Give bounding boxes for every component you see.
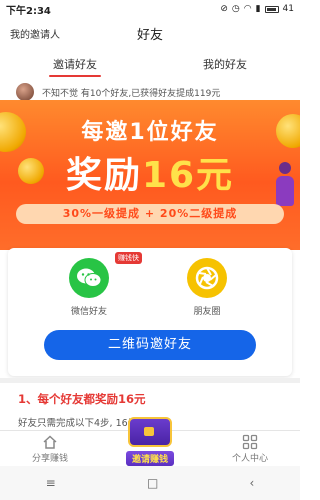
rules-heading: 1、每个好友都奖励16元 — [18, 392, 146, 406]
wechat-label: 微信好友 — [70, 307, 107, 317]
back-icon[interactable]: ‹ — [250, 476, 255, 490]
status-time: 下午2:34 — [6, 5, 51, 17]
banner-reward-prefix: 奖励 — [65, 155, 142, 196]
nav-personal-center[interactable]: 个人中心 — [210, 433, 290, 464]
tab-my-friends[interactable]: 我的好友 — [150, 52, 300, 78]
banner-reward: 奖励16元 — [0, 146, 300, 198]
nav-invite-earn-label: 邀请赚钱 — [125, 451, 174, 466]
status-bar: 下午2:34 ⊘ ◷ ◠ ▮ 41 — [0, 0, 300, 18]
app-header: 我的邀请人 好友 — [0, 18, 300, 48]
moments-label: 朋友圈 — [193, 307, 221, 317]
notice-text: 不知不觉 有10个好友,已获得好友提成119元 — [42, 88, 221, 99]
mute-icon: ⊘ — [220, 4, 228, 14]
battery-icon — [264, 5, 279, 13]
avatar — [16, 83, 34, 101]
bottom-nav: 分享赚钱 邀请赚钱 个人中心 — [0, 417, 300, 466]
status-icons: ⊘ ◷ ◠ ▮ 41 — [220, 4, 294, 14]
reward-banner: 每邀1位好友 奖励16元 30%一级提成 + 20%二级提成 — [0, 100, 300, 250]
nav-share-earn-label: 分享赚钱 — [31, 454, 68, 464]
tab-invite-friends[interactable]: 邀请好友 — [0, 52, 150, 78]
invite-card: 赚钱快 微信好友 朋友圈 二维码邀好友 — [8, 248, 292, 376]
alarm-icon: ◷ — [231, 4, 240, 14]
tab-bar: 邀请好友 我的好友 — [0, 52, 300, 78]
share-wechat-button[interactable]: 赚钱快 微信好友 — [54, 252, 142, 317]
banner-headline: 每邀1位好友 — [81, 120, 219, 145]
commission-pill: 30%一级提成 + 20%二级提成 — [16, 204, 284, 224]
moments-icon — [187, 258, 227, 298]
nav-personal-center-label: 个人中心 — [231, 454, 268, 464]
nav-invite-earn[interactable]: 邀请赚钱 — [110, 417, 190, 466]
battery-level: 41 — [282, 4, 294, 14]
system-nav-bar: ≡ □ ‹ — [0, 466, 300, 500]
wechat-icon: 赚钱快 — [69, 252, 142, 298]
earn-fast-badge: 赚钱快 — [115, 252, 142, 264]
commission-text: 30%一级提成 + 20%二级提成 — [62, 207, 238, 220]
grid-icon — [210, 433, 290, 451]
share-moments-button[interactable]: 朋友圈 — [172, 258, 242, 317]
banner-reward-amount: 16元 — [141, 155, 235, 196]
earnings-notice: 不知不觉 有10个好友,已获得好友提成119元 — [10, 83, 290, 101]
treasure-chest-icon — [128, 417, 172, 447]
menu-icon[interactable]: ≡ — [46, 476, 56, 490]
my-inviter-link[interactable]: 我的邀请人 — [10, 26, 60, 41]
qr-invite-button[interactable]: 二维码邀好友 — [44, 330, 256, 360]
nav-share-earn[interactable]: 分享赚钱 — [10, 433, 90, 464]
home-icon — [10, 433, 90, 451]
wifi-icon: ◠ — [243, 4, 252, 14]
signal-icon: ▮ — [255, 4, 261, 14]
home-square-icon[interactable]: □ — [147, 476, 158, 490]
section-divider — [0, 378, 300, 383]
